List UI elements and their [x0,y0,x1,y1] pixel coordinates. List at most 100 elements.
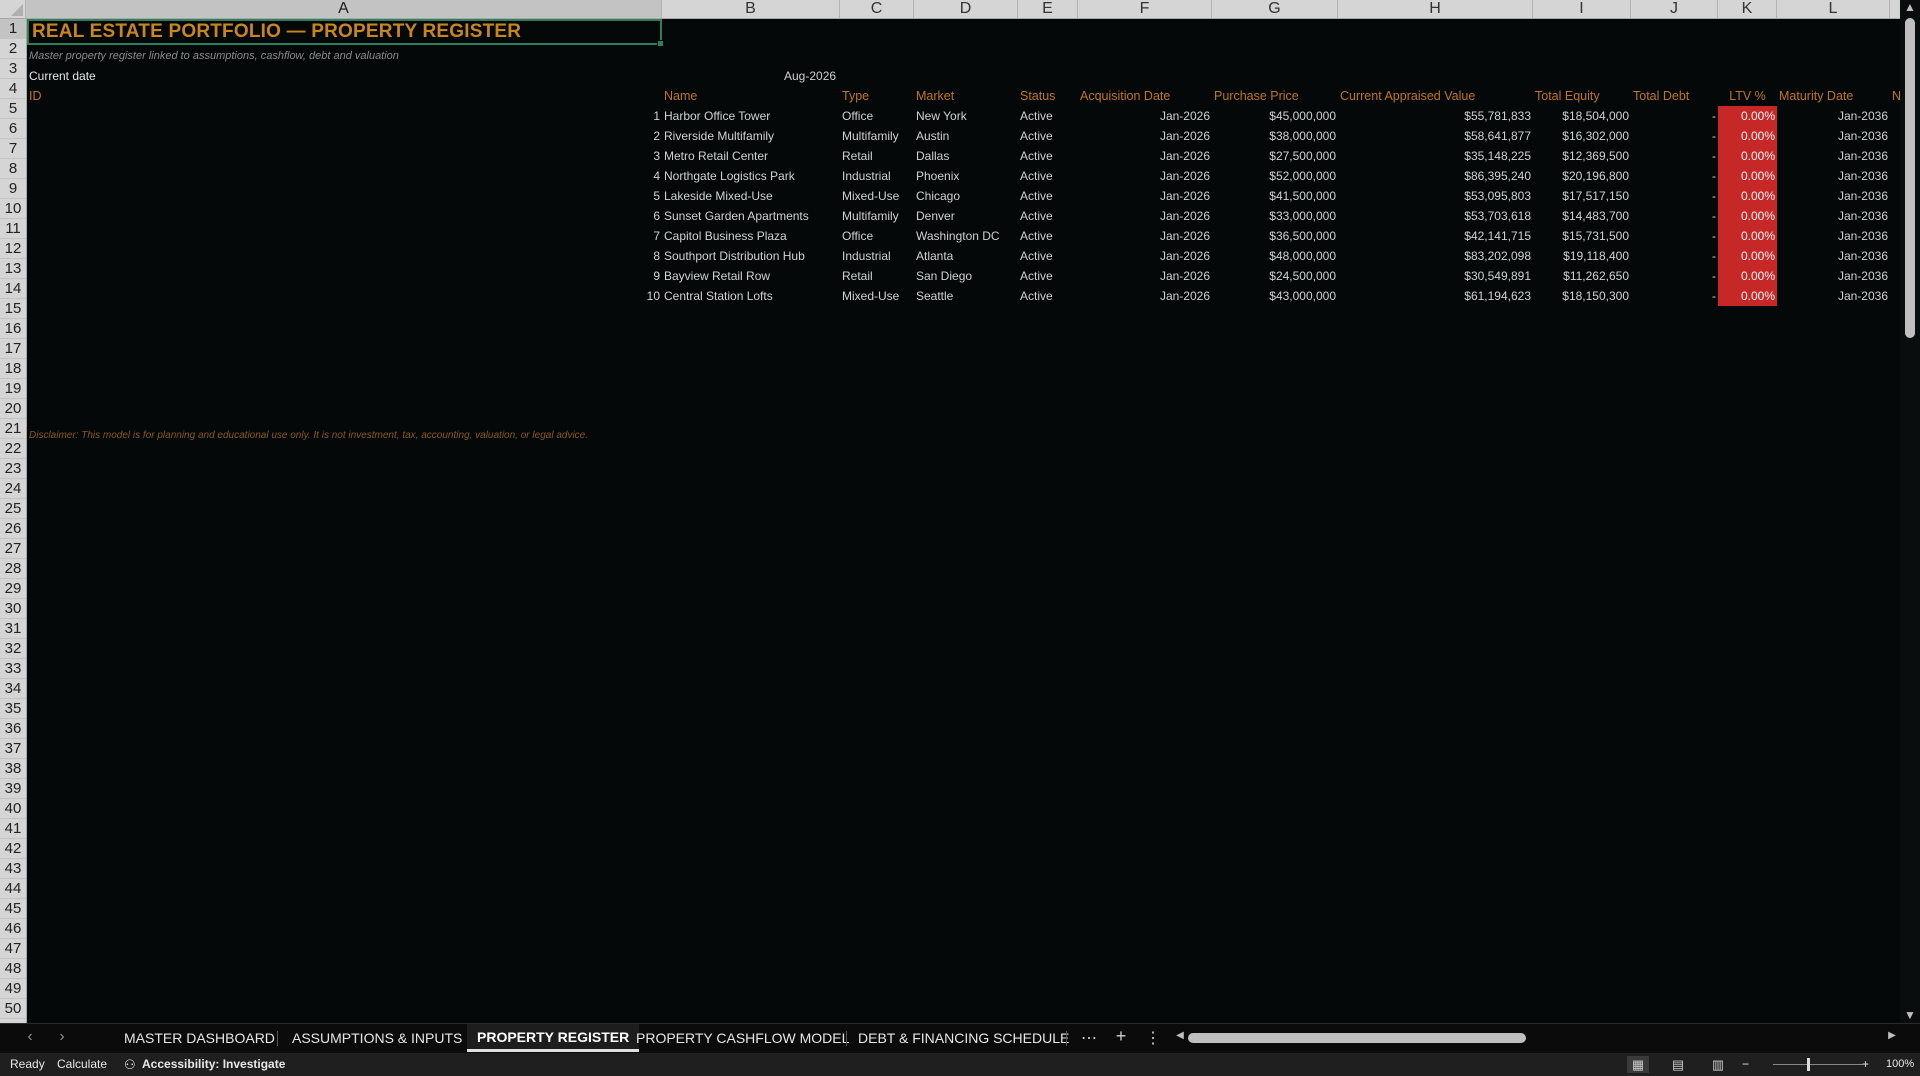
cell-total-equity[interactable]: $15,731,500 [1533,226,1631,246]
add-sheet-icon[interactable]: + [1112,1026,1130,1047]
scroll-left-arrow-icon[interactable]: ◀ [1170,1030,1190,1041]
scroll-up-arrow-icon[interactable]: ▲ [1900,0,1920,14]
row-header[interactable]: 38 [0,759,26,779]
cell-id[interactable]: 3 [587,146,662,166]
accessibility-status[interactable]: Accessibility: Investigate [142,1053,285,1076]
row-header[interactable]: 9 [0,179,26,199]
zoom-slider-thumb[interactable] [1807,1058,1810,1071]
vertical-scroll-thumb[interactable] [1905,18,1915,338]
cell-type[interactable]: Mixed-Use [840,286,914,306]
cell-total-debt[interactable]: - [1631,186,1718,206]
cell-total-equity[interactable]: $16,302,000 [1533,126,1631,146]
sheet-options-icon[interactable]: ⋮ [1144,1028,1162,1048]
row-header[interactable]: 11 [0,219,26,239]
tab-assumptions-inputs[interactable]: ASSUMPTIONS & INPUTS [282,1024,472,1052]
cell-acquisition-date[interactable]: Jan-2026 [1078,146,1212,166]
cell-purchase-price[interactable]: $41,500,000 [1212,186,1338,206]
row-header[interactable]: 47 [0,939,26,959]
vertical-scrollbar[interactable]: ▲ ▼ [1900,0,1920,1023]
worksheet-grid[interactable]: REAL ESTATE PORTFOLIO — PROPERTY REGISTE… [27,19,1900,1023]
row-header[interactable]: 19 [0,379,26,399]
cell-status[interactable]: Active [1018,206,1078,226]
cell-acquisition-date[interactable]: Jan-2026 [1078,126,1212,146]
cell-total-equity[interactable]: $20,196,800 [1533,166,1631,186]
cell-type[interactable]: Retail [840,266,914,286]
cell-name[interactable]: Sunset Garden Apartments [662,206,840,226]
cell-appraised-value[interactable]: $53,703,618 [1338,206,1533,226]
row-header[interactable]: 5 [0,99,26,119]
cell-maturity-date[interactable]: Jan-2036 [1777,106,1890,126]
cell-id[interactable]: 1 [587,106,662,126]
row-header[interactable]: 1 [0,19,26,39]
cell-acquisition-date[interactable]: Jan-2026 [1078,186,1212,206]
row-header[interactable]: 50 [0,999,26,1019]
page-layout-view-icon[interactable]: ▤ [1667,1056,1689,1073]
more-sheets-icon[interactable]: ⋯ [1080,1028,1098,1048]
row-header[interactable]: 46 [0,919,26,939]
column-header-b[interactable]: B [662,0,840,18]
cell-status[interactable]: Active [1018,286,1078,306]
cell-status[interactable]: Active [1018,106,1078,126]
cell-appraised-value[interactable]: $83,202,098 [1338,246,1533,266]
cell-id[interactable]: 8 [587,246,662,266]
row-header[interactable]: 39 [0,779,26,799]
cell-total-debt[interactable]: - [1631,266,1718,286]
cell-ltv[interactable]: 0.00% [1718,206,1777,226]
cell-total-equity[interactable]: $12,369,500 [1533,146,1631,166]
cell-total-equity[interactable]: $19,118,400 [1533,246,1631,266]
cell-name[interactable]: Capitol Business Plaza [662,226,840,246]
row-header[interactable]: 4 [0,79,26,99]
cell-id[interactable]: 4 [587,166,662,186]
cell-name[interactable]: Central Station Lofts [662,286,840,306]
cell-status[interactable]: Active [1018,126,1078,146]
cell-purchase-price[interactable]: $52,000,000 [1212,166,1338,186]
zoom-out-icon[interactable]: − [1742,1053,1749,1076]
row-header[interactable]: 44 [0,879,26,899]
scroll-down-arrow-icon[interactable]: ▼ [1900,1008,1920,1022]
row-header[interactable]: 33 [0,659,26,679]
cell-total-debt[interactable]: - [1631,126,1718,146]
cell-appraised-value[interactable]: $58,641,877 [1338,126,1533,146]
cell-id[interactable]: 5 [587,186,662,206]
row-header[interactable]: 7 [0,139,26,159]
cell-total-equity[interactable]: $11,262,650 [1533,266,1631,286]
calculate-button[interactable]: Calculate [57,1053,107,1076]
cell-maturity-date[interactable]: Jan-2036 [1777,126,1890,146]
row-header[interactable]: 8 [0,159,26,179]
column-header-a[interactable]: A [26,0,662,18]
sheet-title-cell[interactable]: REAL ESTATE PORTFOLIO — PROPERTY REGISTE… [27,19,664,47]
cell-purchase-price[interactable]: $45,000,000 [1212,106,1338,126]
cell-appraised-value[interactable]: $53,095,803 [1338,186,1533,206]
page-break-preview-icon[interactable]: ▥ [1707,1056,1729,1073]
cell-ltv[interactable]: 0.00% [1718,266,1777,286]
row-header[interactable]: 32 [0,639,26,659]
cell-market[interactable]: Washington DC [914,226,1018,246]
row-header[interactable]: 20 [0,399,26,419]
cell-total-debt[interactable]: - [1631,146,1718,166]
cell-type[interactable]: Retail [840,146,914,166]
cell-id[interactable]: 9 [587,266,662,286]
cell-acquisition-date[interactable]: Jan-2026 [1078,266,1212,286]
row-header[interactable]: 15 [0,299,26,319]
cell-maturity-date[interactable]: Jan-2036 [1777,266,1890,286]
cell-total-debt[interactable]: - [1631,286,1718,306]
tab-debt-financing-schedule[interactable]: DEBT & FINANCING SCHEDULE [848,1024,1079,1052]
cell-type[interactable]: Multifamily [840,126,914,146]
row-header[interactable]: 35 [0,699,26,719]
cell-type[interactable]: Industrial [840,166,914,186]
row-header[interactable]: 28 [0,559,26,579]
row-header[interactable]: 27 [0,539,26,559]
column-header-i[interactable]: I [1533,0,1631,18]
row-header[interactable]: 48 [0,959,26,979]
zoom-slider-track[interactable] [1773,1064,1863,1065]
tab-property-register[interactable]: PROPERTY REGISTER [467,1024,640,1052]
cell-purchase-price[interactable]: $43,000,000 [1212,286,1338,306]
cell-market[interactable]: Denver [914,206,1018,226]
row-header[interactable]: 21 [0,419,26,439]
cell-appraised-value[interactable]: $55,781,833 [1338,106,1533,126]
row-header[interactable]: 24 [0,479,26,499]
row-header[interactable]: 16 [0,319,26,339]
column-header-f[interactable]: F [1078,0,1212,18]
prev-sheet-arrow-icon[interactable]: ‹ [20,1028,40,1046]
horizontal-scroll-thumb[interactable] [1188,1033,1526,1043]
